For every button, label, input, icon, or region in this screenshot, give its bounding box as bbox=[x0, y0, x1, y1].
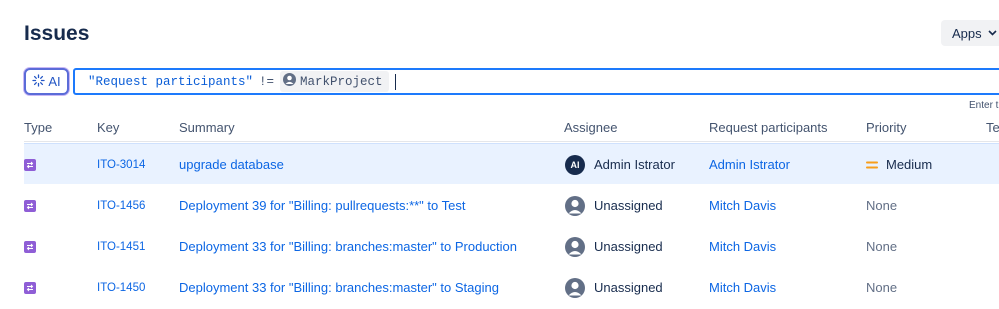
issue-summary-link[interactable]: upgrade database bbox=[179, 144, 284, 185]
ai-search-toggle[interactable]: AI bbox=[24, 68, 69, 95]
column-header-summary[interactable]: Summary bbox=[179, 120, 235, 135]
table-row[interactable]: ITO-1450 Deployment 33 for "Billing: bra… bbox=[0, 267, 999, 308]
participant-link[interactable]: Mitch Davis bbox=[709, 267, 776, 308]
deployment-type-icon bbox=[24, 158, 36, 171]
assignee-name: Unassigned bbox=[594, 239, 663, 254]
apps-button-label: Apps bbox=[952, 25, 982, 41]
priority-label: Medium bbox=[886, 157, 933, 172]
issue-key-link[interactable]: ITO-1450 bbox=[97, 267, 145, 308]
issue-key-link[interactable]: ITO-1456 bbox=[97, 185, 145, 226]
column-header-key[interactable]: Key bbox=[97, 120, 119, 135]
query-operator-token: != bbox=[259, 74, 275, 89]
column-header-assignee[interactable]: Assignee bbox=[564, 120, 617, 135]
column-header-priority[interactable]: Priority bbox=[866, 120, 906, 135]
assignee-name: Unassigned bbox=[594, 198, 663, 213]
priority-medium-icon bbox=[866, 161, 878, 169]
participant-link[interactable]: Mitch Davis bbox=[709, 226, 776, 267]
issue-summary-link[interactable]: Deployment 39 for "Billing: pullrequests… bbox=[179, 185, 465, 226]
deployment-type-icon bbox=[24, 240, 36, 253]
search-hint: Enter t bbox=[969, 100, 999, 111]
table-row[interactable]: ITO-3014 upgrade database AI Admin Istra… bbox=[24, 143, 999, 184]
column-header-type[interactable]: Type bbox=[24, 120, 52, 135]
assignee-cell[interactable]: Unassigned bbox=[565, 267, 663, 308]
assignee-cell[interactable]: Unassigned bbox=[565, 185, 663, 226]
apps-button[interactable]: Apps bbox=[941, 20, 999, 46]
assignee-name: Unassigned bbox=[594, 280, 663, 295]
jql-search-input[interactable]: "Request participants" != MarkProject bbox=[73, 68, 999, 95]
user-avatar-icon bbox=[283, 73, 297, 90]
query-user-name: MarkProject bbox=[300, 74, 383, 89]
chevron-down-icon bbox=[988, 30, 997, 36]
deployment-type-icon bbox=[24, 199, 36, 212]
default-avatar-icon bbox=[565, 195, 585, 216]
participant-link[interactable]: Mitch Davis bbox=[709, 185, 776, 226]
deployment-type-icon bbox=[24, 281, 36, 294]
priority-cell: Medium bbox=[866, 144, 932, 185]
avatar: AI bbox=[565, 154, 585, 175]
default-avatar-icon bbox=[565, 236, 585, 257]
issue-key-link[interactable]: ITO-3014 bbox=[97, 144, 145, 185]
sparkle-icon bbox=[32, 73, 45, 90]
column-header-request-participants[interactable]: Request participants bbox=[709, 120, 828, 135]
column-header-team[interactable]: Tea bbox=[986, 120, 999, 135]
assignee-name: Admin Istrator bbox=[594, 157, 675, 172]
issue-summary-link[interactable]: Deployment 33 for "Billing: branches:mas… bbox=[179, 267, 499, 308]
table-row[interactable]: ITO-1451 Deployment 33 for "Billing: bra… bbox=[0, 226, 999, 267]
query-user-token[interactable]: MarkProject bbox=[280, 71, 389, 92]
participant-link[interactable]: Admin Istrator bbox=[709, 144, 790, 185]
ai-toggle-label: AI bbox=[48, 74, 61, 89]
issue-summary-link[interactable]: Deployment 33 for "Billing: branches:mas… bbox=[179, 226, 517, 267]
issue-key-link[interactable]: ITO-1451 bbox=[97, 226, 145, 267]
table-row[interactable]: ITO-1456 Deployment 39 for "Billing: pul… bbox=[0, 185, 999, 226]
query-field-token: "Request participants" bbox=[88, 74, 254, 89]
page-title: Issues bbox=[24, 22, 90, 45]
priority-label: None bbox=[866, 280, 898, 295]
default-avatar-icon bbox=[565, 277, 585, 298]
priority-label: None bbox=[866, 239, 898, 254]
header-divider bbox=[24, 141, 999, 142]
text-caret bbox=[394, 73, 396, 90]
assignee-cell[interactable]: AI Admin Istrator bbox=[565, 144, 675, 185]
assignee-cell[interactable]: Unassigned bbox=[565, 226, 663, 267]
priority-label: None bbox=[866, 198, 898, 213]
